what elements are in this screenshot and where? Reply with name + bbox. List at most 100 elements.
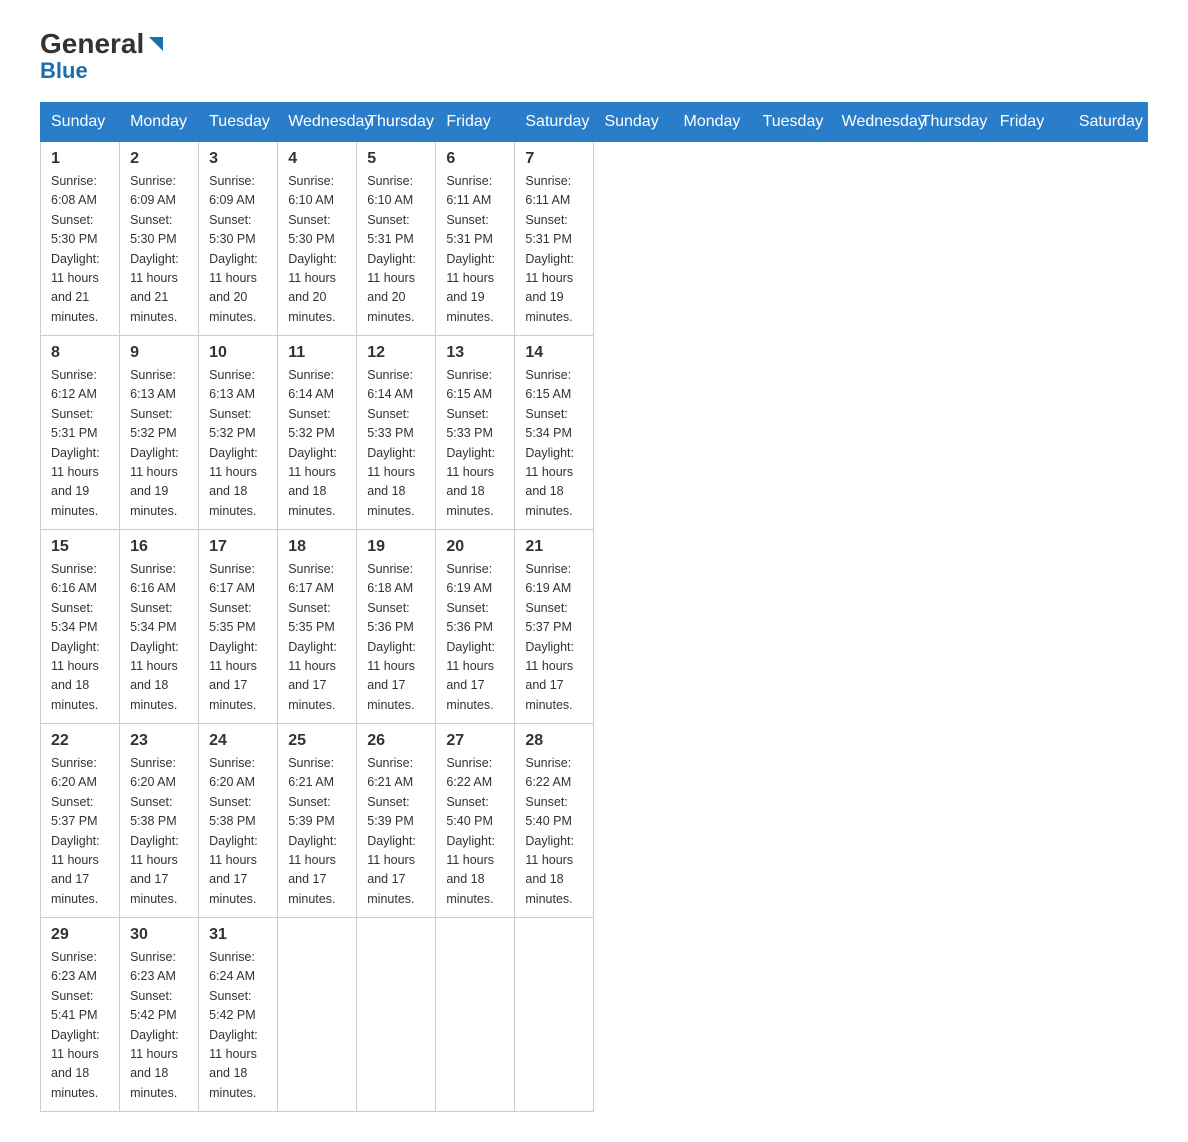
day-info: Sunrise: 6:13 AMSunset: 5:32 PMDaylight:… xyxy=(209,366,267,521)
day-info: Sunrise: 6:20 AMSunset: 5:37 PMDaylight:… xyxy=(51,754,109,909)
calendar-header-row: SundayMondayTuesdayWednesdayThursdayFrid… xyxy=(41,103,1148,142)
day-info: Sunrise: 6:15 AMSunset: 5:34 PMDaylight:… xyxy=(525,366,583,521)
calendar-day-cell: 1 Sunrise: 6:08 AMSunset: 5:30 PMDayligh… xyxy=(41,142,120,336)
day-number: 6 xyxy=(446,150,504,168)
day-number: 10 xyxy=(209,344,267,362)
day-info: Sunrise: 6:09 AMSunset: 5:30 PMDaylight:… xyxy=(130,172,188,327)
calendar-day-cell: 26 Sunrise: 6:21 AMSunset: 5:39 PMDaylig… xyxy=(357,724,436,918)
calendar-day-cell xyxy=(436,918,515,1112)
day-number: 23 xyxy=(130,732,188,750)
day-number: 18 xyxy=(288,538,346,556)
calendar-day-cell: 12 Sunrise: 6:14 AMSunset: 5:33 PMDaylig… xyxy=(357,336,436,530)
calendar-week-row: 1 Sunrise: 6:08 AMSunset: 5:30 PMDayligh… xyxy=(41,142,1148,336)
calendar-day-cell xyxy=(278,918,357,1112)
day-number: 7 xyxy=(525,150,583,168)
calendar-day-header: Sunday xyxy=(41,103,120,142)
day-number: 4 xyxy=(288,150,346,168)
day-number: 26 xyxy=(367,732,425,750)
calendar-day-cell: 15 Sunrise: 6:16 AMSunset: 5:34 PMDaylig… xyxy=(41,530,120,724)
calendar-day-cell: 9 Sunrise: 6:13 AMSunset: 5:32 PMDayligh… xyxy=(120,336,199,530)
calendar-day-cell: 2 Sunrise: 6:09 AMSunset: 5:30 PMDayligh… xyxy=(120,142,199,336)
calendar-day-header: Tuesday xyxy=(199,103,278,142)
calendar-day-cell: 8 Sunrise: 6:12 AMSunset: 5:31 PMDayligh… xyxy=(41,336,120,530)
day-number: 22 xyxy=(51,732,109,750)
calendar-week-row: 8 Sunrise: 6:12 AMSunset: 5:31 PMDayligh… xyxy=(41,336,1148,530)
day-info: Sunrise: 6:22 AMSunset: 5:40 PMDaylight:… xyxy=(446,754,504,909)
calendar-day-cell: 22 Sunrise: 6:20 AMSunset: 5:37 PMDaylig… xyxy=(41,724,120,918)
calendar-day-header: Wednesday xyxy=(831,103,910,142)
calendar-week-row: 15 Sunrise: 6:16 AMSunset: 5:34 PMDaylig… xyxy=(41,530,1148,724)
calendar-day-header: Sunday xyxy=(594,103,673,142)
logo-general: General xyxy=(40,30,144,58)
calendar-day-cell: 10 Sunrise: 6:13 AMSunset: 5:32 PMDaylig… xyxy=(199,336,278,530)
day-number: 20 xyxy=(446,538,504,556)
day-number: 13 xyxy=(446,344,504,362)
day-info: Sunrise: 6:21 AMSunset: 5:39 PMDaylight:… xyxy=(367,754,425,909)
calendar-table: SundayMondayTuesdayWednesdayThursdayFrid… xyxy=(40,102,1148,1112)
calendar-day-header: Thursday xyxy=(357,103,436,142)
day-info: Sunrise: 6:16 AMSunset: 5:34 PMDaylight:… xyxy=(51,560,109,715)
day-number: 28 xyxy=(525,732,583,750)
day-info: Sunrise: 6:16 AMSunset: 5:34 PMDaylight:… xyxy=(130,560,188,715)
calendar-day-cell: 3 Sunrise: 6:09 AMSunset: 5:30 PMDayligh… xyxy=(199,142,278,336)
calendar-day-cell: 29 Sunrise: 6:23 AMSunset: 5:41 PMDaylig… xyxy=(41,918,120,1112)
day-info: Sunrise: 6:10 AMSunset: 5:31 PMDaylight:… xyxy=(367,172,425,327)
day-number: 3 xyxy=(209,150,267,168)
day-info: Sunrise: 6:09 AMSunset: 5:30 PMDaylight:… xyxy=(209,172,267,327)
day-number: 27 xyxy=(446,732,504,750)
day-number: 25 xyxy=(288,732,346,750)
day-info: Sunrise: 6:17 AMSunset: 5:35 PMDaylight:… xyxy=(209,560,267,715)
calendar-day-cell: 23 Sunrise: 6:20 AMSunset: 5:38 PMDaylig… xyxy=(120,724,199,918)
day-info: Sunrise: 6:08 AMSunset: 5:30 PMDaylight:… xyxy=(51,172,109,327)
calendar-day-header: Thursday xyxy=(910,103,989,142)
calendar-day-cell: 5 Sunrise: 6:10 AMSunset: 5:31 PMDayligh… xyxy=(357,142,436,336)
calendar-day-cell: 20 Sunrise: 6:19 AMSunset: 5:36 PMDaylig… xyxy=(436,530,515,724)
calendar-day-cell: 18 Sunrise: 6:17 AMSunset: 5:35 PMDaylig… xyxy=(278,530,357,724)
page-header: General Blue xyxy=(40,30,1148,82)
calendar-day-cell: 24 Sunrise: 6:20 AMSunset: 5:38 PMDaylig… xyxy=(199,724,278,918)
day-number: 21 xyxy=(525,538,583,556)
day-number: 12 xyxy=(367,344,425,362)
day-number: 9 xyxy=(130,344,188,362)
day-number: 17 xyxy=(209,538,267,556)
day-info: Sunrise: 6:11 AMSunset: 5:31 PMDaylight:… xyxy=(525,172,583,327)
day-number: 30 xyxy=(130,926,188,944)
day-info: Sunrise: 6:14 AMSunset: 5:32 PMDaylight:… xyxy=(288,366,346,521)
calendar-day-header: Tuesday xyxy=(752,103,831,142)
calendar-day-header: Saturday xyxy=(1068,103,1147,142)
day-number: 8 xyxy=(51,344,109,362)
calendar-day-header: Friday xyxy=(989,103,1068,142)
calendar-day-cell: 27 Sunrise: 6:22 AMSunset: 5:40 PMDaylig… xyxy=(436,724,515,918)
day-number: 1 xyxy=(51,150,109,168)
day-number: 5 xyxy=(367,150,425,168)
day-info: Sunrise: 6:17 AMSunset: 5:35 PMDaylight:… xyxy=(288,560,346,715)
day-number: 14 xyxy=(525,344,583,362)
calendar-day-cell: 14 Sunrise: 6:15 AMSunset: 5:34 PMDaylig… xyxy=(515,336,594,530)
day-info: Sunrise: 6:23 AMSunset: 5:41 PMDaylight:… xyxy=(51,948,109,1103)
day-info: Sunrise: 6:24 AMSunset: 5:42 PMDaylight:… xyxy=(209,948,267,1103)
day-number: 24 xyxy=(209,732,267,750)
day-info: Sunrise: 6:19 AMSunset: 5:36 PMDaylight:… xyxy=(446,560,504,715)
day-info: Sunrise: 6:20 AMSunset: 5:38 PMDaylight:… xyxy=(209,754,267,909)
calendar-day-cell: 16 Sunrise: 6:16 AMSunset: 5:34 PMDaylig… xyxy=(120,530,199,724)
logo: General Blue xyxy=(40,30,167,82)
day-info: Sunrise: 6:14 AMSunset: 5:33 PMDaylight:… xyxy=(367,366,425,521)
calendar-day-header: Saturday xyxy=(515,103,594,142)
calendar-day-cell: 6 Sunrise: 6:11 AMSunset: 5:31 PMDayligh… xyxy=(436,142,515,336)
day-info: Sunrise: 6:22 AMSunset: 5:40 PMDaylight:… xyxy=(525,754,583,909)
calendar-day-header: Wednesday xyxy=(278,103,357,142)
day-info: Sunrise: 6:23 AMSunset: 5:42 PMDaylight:… xyxy=(130,948,188,1103)
calendar-week-row: 22 Sunrise: 6:20 AMSunset: 5:37 PMDaylig… xyxy=(41,724,1148,918)
day-number: 31 xyxy=(209,926,267,944)
day-info: Sunrise: 6:12 AMSunset: 5:31 PMDaylight:… xyxy=(51,366,109,521)
day-info: Sunrise: 6:21 AMSunset: 5:39 PMDaylight:… xyxy=(288,754,346,909)
calendar-day-cell: 31 Sunrise: 6:24 AMSunset: 5:42 PMDaylig… xyxy=(199,918,278,1112)
calendar-day-cell: 13 Sunrise: 6:15 AMSunset: 5:33 PMDaylig… xyxy=(436,336,515,530)
day-info: Sunrise: 6:19 AMSunset: 5:37 PMDaylight:… xyxy=(525,560,583,715)
calendar-day-cell: 19 Sunrise: 6:18 AMSunset: 5:36 PMDaylig… xyxy=(357,530,436,724)
day-number: 16 xyxy=(130,538,188,556)
calendar-day-cell: 25 Sunrise: 6:21 AMSunset: 5:39 PMDaylig… xyxy=(278,724,357,918)
calendar-day-cell: 4 Sunrise: 6:10 AMSunset: 5:30 PMDayligh… xyxy=(278,142,357,336)
calendar-day-cell xyxy=(515,918,594,1112)
calendar-day-header: Friday xyxy=(436,103,515,142)
